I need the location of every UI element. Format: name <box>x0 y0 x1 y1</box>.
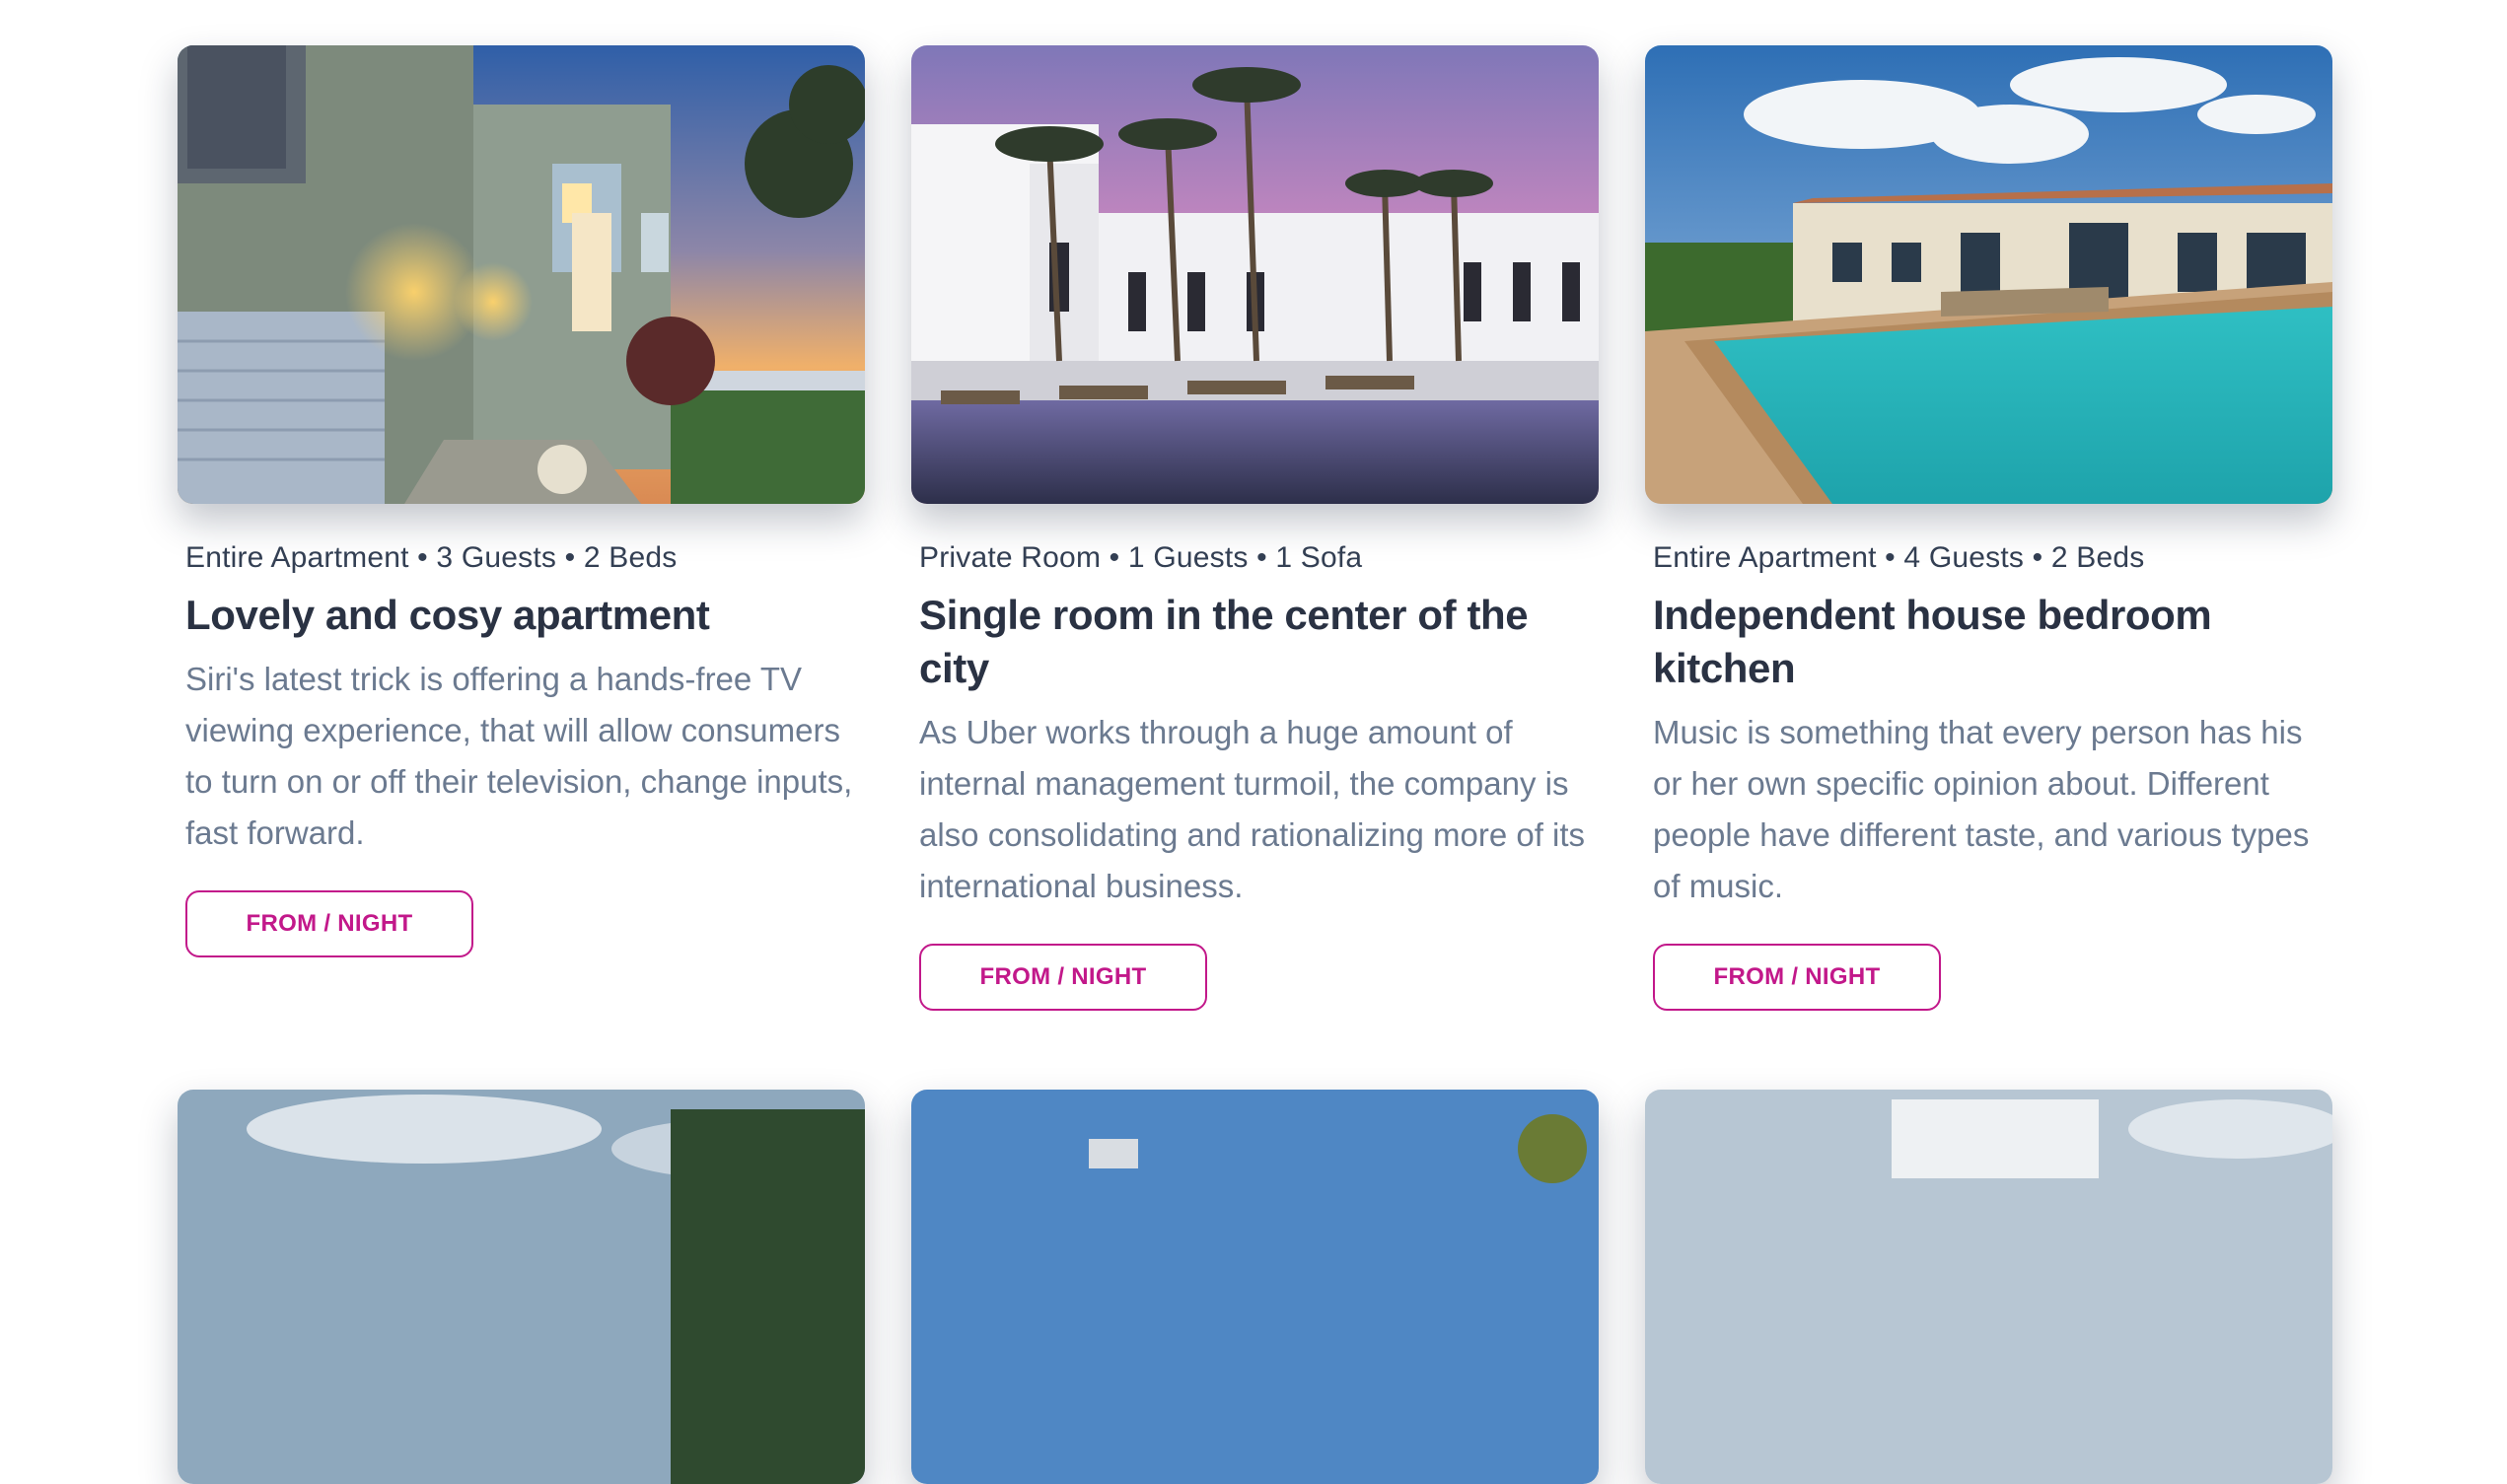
listing-meta: Entire Apartment • 4 Guests • 2 Beds <box>1653 541 2145 574</box>
listing-meta: Entire Apartment • 3 Guests • 2 Beds <box>185 541 678 574</box>
listing-photo-palm-pool-resort[interactable] <box>911 45 1599 504</box>
partial-photo-illustration <box>178 1090 865 1484</box>
listing-meta: Private Room • 1 Guests • 1 Sofa <box>919 541 1363 574</box>
listing-title[interactable]: Single room in the center of the city <box>919 589 1590 695</box>
listing-photo-partial[interactable] <box>911 1090 1599 1484</box>
villa-photo-illustration <box>1645 45 2332 504</box>
listing-card: Entire Apartment • 3 Guests • 2 Beds Lov… <box>178 45 865 1011</box>
partial-photo-illustration <box>911 1090 1599 1484</box>
listings-grid: Entire Apartment • 3 Guests • 2 Beds Lov… <box>178 45 2332 1484</box>
listing-description: As Uber works through a huge amount of i… <box>919 714 1586 904</box>
from-night-button[interactable]: FROM / NIGHT <box>919 944 1207 1011</box>
from-night-button[interactable]: FROM / NIGHT <box>1653 944 1941 1011</box>
listing-description: Music is something that every person has… <box>1653 714 2310 904</box>
listing-card <box>911 1090 1599 1484</box>
listing-title[interactable]: Independent house bedroom kitchen <box>1653 589 2324 695</box>
from-night-button[interactable]: FROM / NIGHT <box>185 890 473 957</box>
listing-description: Siri's latest trick is offering a hands-… <box>185 661 853 851</box>
listing-photo-house-at-dusk[interactable] <box>178 45 865 504</box>
listing-card: Entire Apartment • 4 Guests • 2 Beds Ind… <box>1645 45 2332 1011</box>
listing-card: Private Room • 1 Guests • 1 Sofa Single … <box>911 45 1599 1011</box>
resort-photo-illustration <box>911 45 1599 504</box>
house-photo-illustration <box>178 45 865 504</box>
listing-photo-villa-with-pool[interactable] <box>1645 45 2332 504</box>
listing-card <box>1645 1090 2332 1484</box>
listing-photo-partial[interactable] <box>178 1090 865 1484</box>
listing-title[interactable]: Lovely and cosy apartment <box>185 589 856 642</box>
listing-photo-partial[interactable] <box>1645 1090 2332 1484</box>
listing-card <box>178 1090 865 1484</box>
partial-photo-illustration <box>1645 1090 2332 1484</box>
